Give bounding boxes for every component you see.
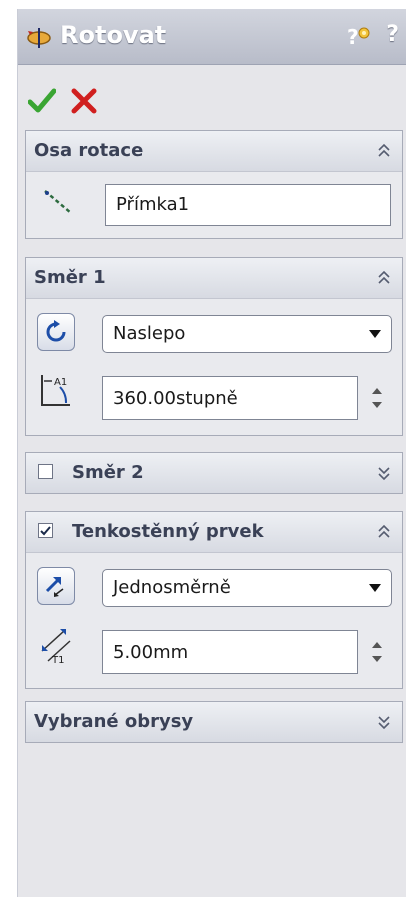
ok-button[interactable] [28, 87, 56, 115]
axis-selection-field[interactable]: Přímka1 [105, 184, 391, 226]
group-thin-feature: Tenkostěnný prvek Jednosměrně T1 5.00mm [25, 511, 403, 689]
chevron-down-icon[interactable] [376, 714, 392, 730]
thin-reverse-button[interactable] [37, 567, 75, 605]
group-direction2-title: Směr 2 [72, 462, 144, 483]
reverse-direction-button[interactable] [37, 313, 75, 351]
question-icon[interactable]: ? [386, 22, 399, 47]
svg-text:A1: A1 [54, 377, 67, 388]
help-icon[interactable]: ? [345, 24, 371, 50]
group-direction1: Směr 1 Naslepo A1 360.00stupně [25, 257, 403, 436]
group-thin-title: Tenkostěnný prvek [72, 521, 264, 542]
group-thin-header[interactable]: Tenkostěnný prvek [26, 512, 402, 553]
group-selected-contours: Vybrané obrysy [25, 701, 403, 743]
panel-titlebar: Rotovat ? ? [18, 9, 406, 65]
group-direction2-header[interactable]: Směr 2 [26, 453, 402, 493]
property-manager-panel: Rotovat ? ? Osa rotace Přímka1 Směr 1 Na… [17, 9, 406, 897]
svg-text:?: ? [347, 25, 359, 49]
group-direction1-title: Směr 1 [34, 267, 106, 288]
thickness-spinner[interactable] [364, 630, 390, 674]
cancel-button[interactable] [70, 87, 98, 115]
chevron-up-icon[interactable] [376, 524, 392, 540]
action-bar [18, 65, 406, 127]
axis-line-icon [44, 190, 72, 214]
direction1-type-value: Naslepo [113, 323, 186, 344]
group-direction1-header[interactable]: Směr 1 [26, 258, 402, 299]
chevron-up-icon[interactable] [376, 270, 392, 286]
group-axis: Osa rotace Přímka1 [25, 130, 403, 239]
thickness-input[interactable]: 5.00mm [102, 630, 358, 674]
angle-input[interactable]: 360.00stupně [102, 376, 358, 420]
thickness-icon: T1 [41, 629, 71, 665]
angle-icon: A1 [41, 375, 70, 406]
revolve-feature-icon [27, 28, 51, 48]
rotate-arrow-icon [46, 320, 66, 342]
dropdown-arrow-icon [369, 584, 381, 592]
direction2-checkbox[interactable] [38, 464, 53, 479]
chevron-down-icon[interactable] [376, 465, 392, 481]
group-axis-title: Osa rotace [34, 140, 144, 161]
group-axis-header[interactable]: Osa rotace [26, 131, 402, 172]
reverse-arrow-icon [45, 577, 64, 597]
svg-text:T1: T1 [51, 655, 64, 665]
direction1-type-select[interactable]: Naslepo [102, 315, 392, 353]
thin-type-select[interactable]: Jednosměrně [102, 569, 392, 607]
group-contours-header[interactable]: Vybrané obrysy [26, 702, 402, 742]
top-white-strip [17, 0, 406, 9]
group-direction2: Směr 2 [25, 452, 403, 494]
dropdown-arrow-icon [369, 330, 381, 338]
thin-type-value: Jednosměrně [113, 577, 231, 598]
panel-title: Rotovat [60, 21, 167, 49]
angle-spinner[interactable] [364, 376, 390, 420]
chevron-up-icon[interactable] [376, 143, 392, 159]
checkmark-icon [40, 526, 51, 536]
thin-feature-checkbox[interactable] [38, 523, 53, 538]
group-contours-title: Vybrané obrysy [34, 711, 194, 732]
